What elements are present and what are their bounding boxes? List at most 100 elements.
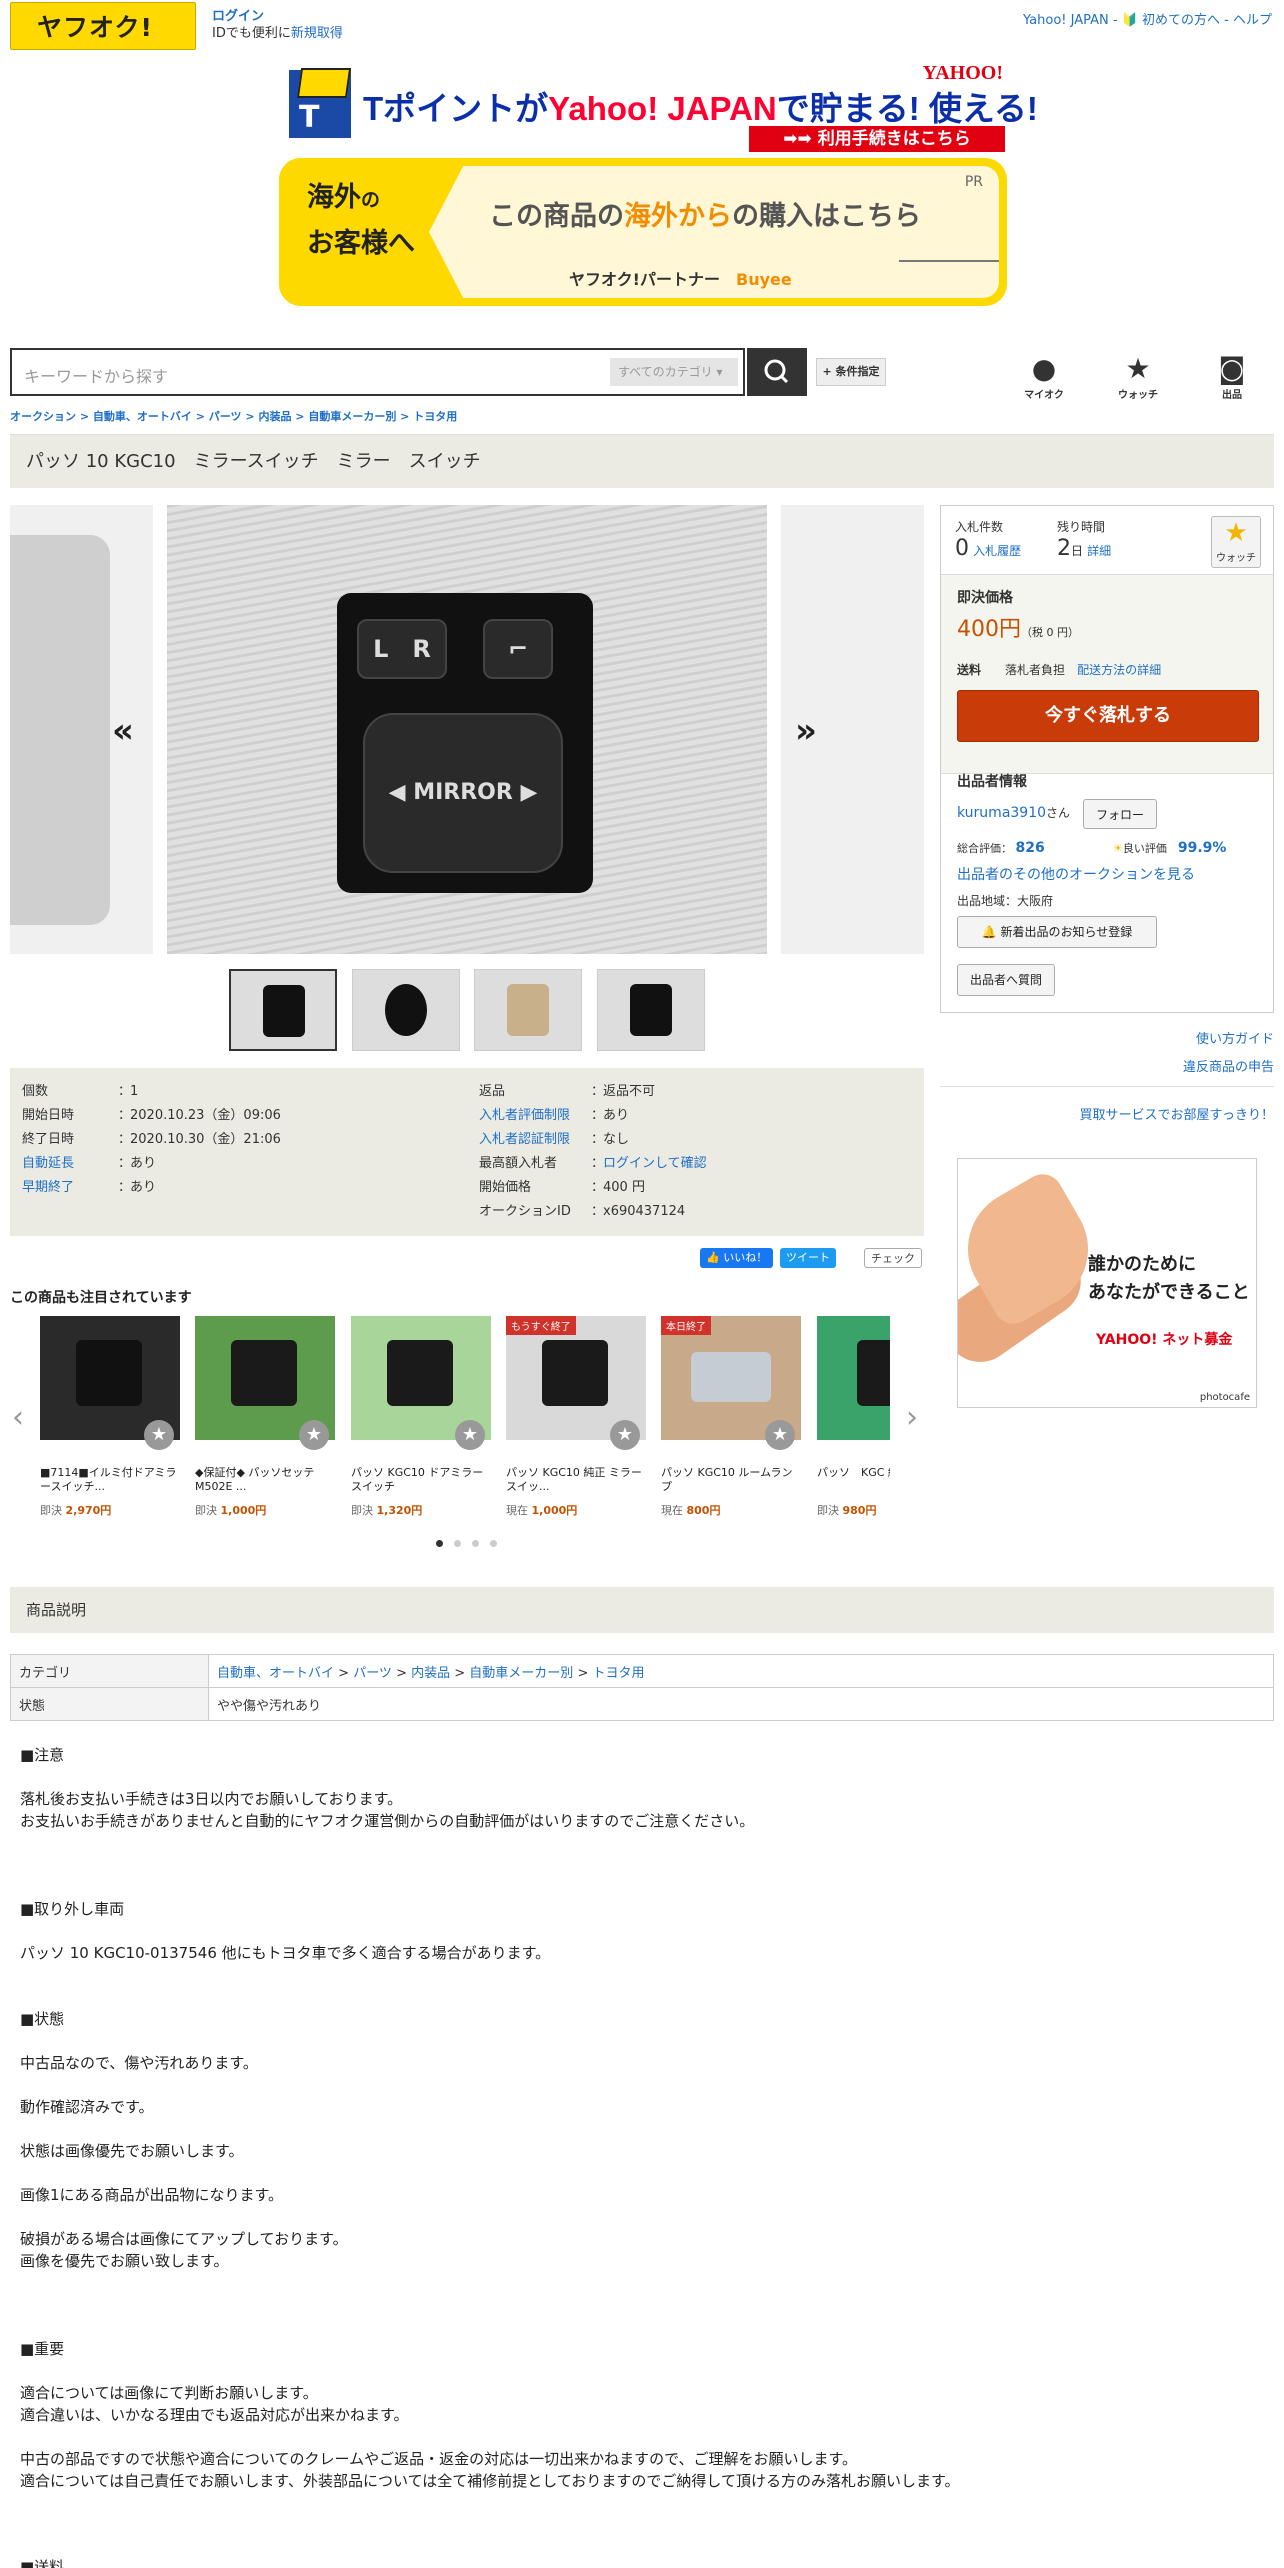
seller-other-auctions-link[interactable]: 出品者のその他のオークションを見る <box>957 864 1195 884</box>
breadcrumb-item[interactable]: 内装品 <box>258 410 291 423</box>
desc-line: 落札後お支払い手続きは3日以内でお願いしております。 <box>20 1790 403 1808</box>
related-item[interactable]: ★ パッソ KGC10 ドアミラースイッチ 即決 1,320円 <box>351 1316 491 1520</box>
category-link[interactable]: トヨタ用 <box>592 1666 644 1681</box>
desc-line: 動作確認済みです。 <box>20 2098 154 2116</box>
watch-button[interactable]: ★ ウォッチ <box>1211 516 1261 568</box>
category-link[interactable]: 自動車、オートバイ <box>217 1666 334 1681</box>
tpoint-banner-text: TポイントがYahoo! JAPANで貯まる! 使える! <box>363 90 1038 127</box>
carousel-next-icon[interactable]: › <box>906 1400 918 1435</box>
info-row: 入札者認証制限 ：なし <box>479 1132 630 1147</box>
rating-link[interactable]: 826 <box>1016 840 1045 856</box>
auction-info-table: 個数 ：1 開始日時 ：2020.10.23（金）09:06 終了日時 ：2020.1… <box>10 1068 924 1236</box>
related-item[interactable]: 本日終了 ★ パッソ KGC10 ルームランプ 現在 800円 <box>661 1316 801 1520</box>
search-button[interactable] <box>747 348 807 396</box>
search-input[interactable]: キーワードから探す <box>24 363 168 387</box>
search-box[interactable]: キーワードから探す すべてのカテゴリ ▾ <box>10 348 745 396</box>
login-link[interactable]: ログイン <box>212 9 264 24</box>
thumbnail[interactable] <box>229 969 337 1051</box>
thumbnail[interactable] <box>352 969 460 1051</box>
prev-arrow-icon[interactable]: « <box>112 711 134 751</box>
page-title: パッソ 10 KGC10 ミラースイッチ ミラー スイッチ <box>10 434 1274 488</box>
bid-history-link[interactable]: 入札履歴 <box>973 544 1021 558</box>
tweet-button[interactable]: ツイート <box>780 1248 836 1268</box>
related-item[interactable]: ★ ◆保証付◆ パッソセッテ M502E ... 即決 1,000円 <box>195 1316 335 1520</box>
report-link[interactable]: 違反商品の申告 <box>1183 1056 1274 1075</box>
description-header: 商品説明 <box>10 1587 1274 1633</box>
category-table: カテゴリ 自動車、オートバイ > パーツ > 内装品 > 自動車メーカー別 > … <box>10 1654 1274 1721</box>
buyee-main-text: この商品の海外からの購入はこちら <box>489 201 921 232</box>
thumbnail[interactable] <box>597 969 705 1051</box>
thumbnail[interactable] <box>474 969 582 1051</box>
related-carousel: ★ ■7114■イルミ付ドアミラースイッチ... 即決 2,970円 ★ ◆保証… <box>40 1316 890 1520</box>
breadcrumb-item[interactable]: オークション <box>10 410 76 423</box>
seller-name-link[interactable]: kuruma3910 <box>957 805 1046 821</box>
fold-switch: ⌐ <box>483 619 553 679</box>
yahuoku-logo[interactable]: ヤフオク! <box>10 2 196 50</box>
watch-star-icon[interactable]: ★ <box>765 1420 795 1450</box>
buyout-price: 400円 <box>957 617 1021 642</box>
breadcrumb-item[interactable]: 自動車メーカー別 <box>308 410 396 423</box>
related-item[interactable]: パッソ KGC 純正... 即決 980円 <box>817 1316 890 1520</box>
category-select[interactable]: すべてのカテゴリ ▾ <box>610 358 738 386</box>
like-button[interactable]: 👍 いいね！ <box>700 1248 774 1268</box>
id-note: IDでも便利に <box>212 26 291 41</box>
buyee-sub-text: ヤフオク!パートナー Buyee <box>569 270 792 289</box>
info-row: 個数 ：1 <box>22 1084 139 1099</box>
breadcrumb-item[interactable]: 自動車、オートバイ <box>93 410 192 423</box>
desc-line: 適合については自己責任でお願いします、外装部品については全て補修前提としておりま… <box>20 2472 960 2490</box>
related-item[interactable]: ★ ■7114■イルミ付ドアミラースイッチ... 即決 2,970円 <box>40 1316 180 1520</box>
category-link[interactable]: 自動車メーカー別 <box>469 1666 573 1681</box>
camera-icon: ◙ <box>1218 352 1246 385</box>
desc-line: 適合違いは、いかなる理由でも返品対応が出来かねます。 <box>20 2406 409 2424</box>
donation-ad[interactable]: 誰かのために あなたができること YAHOO! ネット募金 photocafe <box>957 1158 1257 1408</box>
desc-line: お支払いお手続きがありませんと自動的にヤフオク運営側からの自動評価がはいりますの… <box>20 1812 755 1830</box>
tpoint-procedure-link[interactable]: ➡➡ 利用手続きはこちら <box>749 126 1005 152</box>
header-links[interactable]: Yahoo! JAPAN - 🔰 初めての方へ - ヘルプ <box>1023 9 1272 28</box>
category-link[interactable]: 内装品 <box>411 1666 450 1681</box>
ask-seller-button[interactable]: 出品者へ質問 <box>957 964 1055 996</box>
condition-button[interactable]: + 条件指定 <box>816 358 886 386</box>
watch-star-icon[interactable]: ★ <box>299 1420 329 1450</box>
yahoo-japan-logo: YAHOO! <box>922 62 1003 84</box>
good-rating-link[interactable]: 99.9% <box>1178 840 1227 856</box>
lr-switch: L R <box>357 619 447 679</box>
desc-line: 破損がある場合は画像にてアップしております。 <box>20 2230 348 2248</box>
desc-heading: ■取り外し車両 <box>20 1900 125 1918</box>
desc-line: パッソ 10 KGC10-0137546 他にもトヨタ車で多く適合する場合があり… <box>20 1944 551 1962</box>
breadcrumb-item[interactable]: トヨタ用 <box>413 410 457 423</box>
info-row: 自動延長 ：あり <box>22 1156 157 1171</box>
star-icon: ★ <box>1125 352 1151 385</box>
myauc-button[interactable]: ● マイオク <box>1014 352 1074 401</box>
info-row: 開始価格 ：400 円 <box>479 1180 645 1195</box>
watch-list-button[interactable]: ★ ウォッチ <box>1108 352 1168 401</box>
related-item[interactable]: もうすぐ終了 ★ パッソ KGC10 純正 ミラースイッ... 現在 1,000… <box>506 1316 646 1520</box>
divider <box>940 1086 1274 1087</box>
purchase-panel: 入札件数 0 入札履歴 残り時間 2日 詳細 ★ ウォッチ 即決価格 400円（税… <box>940 505 1274 1013</box>
register-link[interactable]: 新規取得 <box>291 26 343 41</box>
mirror-switch-photo: L R ⌐ ◀ MIRROR ▶ <box>337 593 593 893</box>
watch-star-icon[interactable]: ★ <box>144 1420 174 1450</box>
shipping-detail-link[interactable]: 配送方法の詳細 <box>1077 663 1161 677</box>
check-button[interactable]: チェック <box>864 1248 922 1268</box>
category-link[interactable]: パーツ <box>353 1666 392 1681</box>
buyback-link[interactable]: 買取サービスでお部屋すっきり！ <box>1080 1104 1274 1123</box>
guide-link[interactable]: 使い方ガイド <box>1196 1028 1274 1047</box>
watch-star-icon[interactable]: ★ <box>455 1420 485 1450</box>
carousel-prev-icon[interactable]: ‹ <box>12 1400 24 1435</box>
time-detail-link[interactable]: 詳細 <box>1087 544 1111 558</box>
next-arrow-icon[interactable]: » <box>795 711 817 751</box>
info-row: 終了日時 ：2020.10.30（金）21:06 <box>22 1132 281 1147</box>
new-listing-notify-button[interactable]: 🔔 新着出品のお知らせ登録 <box>957 916 1157 948</box>
carousel-dots[interactable] <box>436 1536 508 1551</box>
main-product-image[interactable]: L R ⌐ ◀ MIRROR ▶ <box>167 505 767 954</box>
info-row: 早期終了 ：あり <box>22 1180 157 1195</box>
watch-star-icon[interactable]: ★ <box>610 1420 640 1450</box>
info-row: オークションID ：x690437124 <box>479 1204 686 1219</box>
seller-info-title: 出品者情報 <box>957 774 1027 790</box>
tpoint-banner[interactable]: T TポイントがYahoo! JAPANで貯まる! 使える! YAHOO! ➡➡… <box>283 62 1038 152</box>
buyee-banner[interactable]: 海外の お客様へ この商品の海外からの購入はこちら ヤフオク!パートナー Buy… <box>279 158 1007 306</box>
follow-button[interactable]: フォロー <box>1083 799 1157 829</box>
sell-button[interactable]: ◙ 出品 <box>1202 352 1262 401</box>
buy-now-button[interactable]: 今すぐ落札する <box>957 690 1259 742</box>
breadcrumb-item[interactable]: パーツ <box>209 410 242 423</box>
